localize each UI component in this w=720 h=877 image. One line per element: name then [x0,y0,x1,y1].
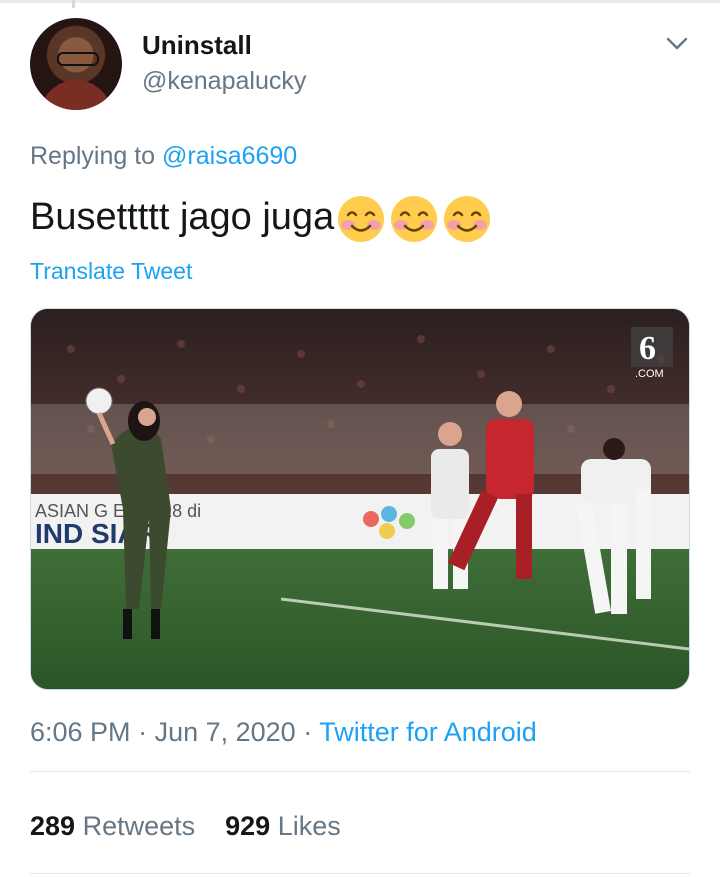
retweets-count: 289 [30,811,76,841]
tweet-meta: 6:06 PM · Jun 7, 2020 · Twitter for Andr… [30,717,537,748]
chevron-down-icon[interactable] [664,30,690,56]
smiling-face-icon [391,196,438,242]
tweet-header: Uninstall @kenapalucky [30,18,690,110]
retweets-stat[interactable]: 289 Retweets [30,811,195,841]
avatar[interactable] [30,18,122,110]
replying-to-label: Replying to [30,142,163,170]
divider [30,873,690,874]
likes-count: 929 [225,811,271,841]
football-photo: ASIAN G ES 2018 di IND SIAR 9 6 .COM [31,309,689,689]
tweet-stats: 289 Retweets 929 Likes [30,811,341,842]
smiling-face-icon [444,196,491,242]
tweet-text: Busettttt jago juga [30,194,495,244]
tweet-source-link[interactable]: Twitter for Android [319,717,537,747]
top-divider [0,0,720,3]
retweets-label: Retweets [82,811,196,841]
smiling-face-icon [338,196,385,242]
reply-mention-link[interactable]: @raisa6690 [162,142,297,170]
thread-line [72,0,75,8]
meta-separator: · [130,717,155,747]
emoji-group [336,194,495,244]
watermark-domain: .COM [635,368,664,380]
user-handle[interactable]: @kenapalucky [142,67,306,96]
likes-label: Likes [277,811,341,841]
watermark-number: 6 [639,330,656,367]
replying-to: Replying to @raisa6690 [30,142,297,171]
tweet-date: Jun 7, 2020 [154,717,296,747]
tweet-photo[interactable]: ASIAN G ES 2018 di IND SIAR 9 6 .COM [30,308,690,690]
tweet-body: Busettttt jago juga [30,196,335,239]
display-name[interactable]: Uninstall [142,30,252,61]
likes-stat[interactable]: 929 Likes [225,811,341,841]
translate-tweet-link[interactable]: Translate Tweet [30,258,192,285]
divider [30,771,690,772]
tweet-time: 6:06 PM [30,717,131,747]
meta-separator: · [295,717,320,747]
